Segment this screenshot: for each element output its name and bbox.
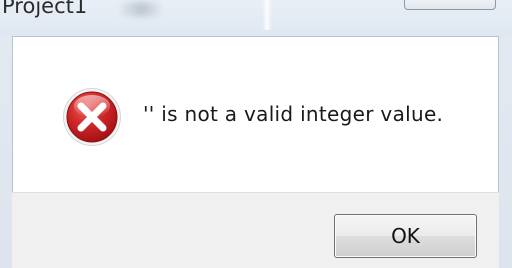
close-button[interactable]: ✕ bbox=[404, 0, 496, 10]
title-bar-glare bbox=[120, 2, 162, 16]
error-message: '' is not a valid integer value. bbox=[143, 102, 444, 126]
window-frame-right bbox=[499, 36, 512, 268]
close-icon: ✕ bbox=[445, 0, 455, 3]
dialog-window: Project1 ✕ bbox=[0, 0, 512, 268]
ok-button[interactable]: OK bbox=[334, 214, 477, 258]
error-icon bbox=[61, 86, 123, 148]
window-frame-left bbox=[0, 36, 12, 268]
title-bar[interactable]: Project1 ✕ bbox=[0, 0, 512, 36]
window-title: Project1 bbox=[2, 0, 88, 18]
title-bar-highlight bbox=[262, 0, 272, 30]
